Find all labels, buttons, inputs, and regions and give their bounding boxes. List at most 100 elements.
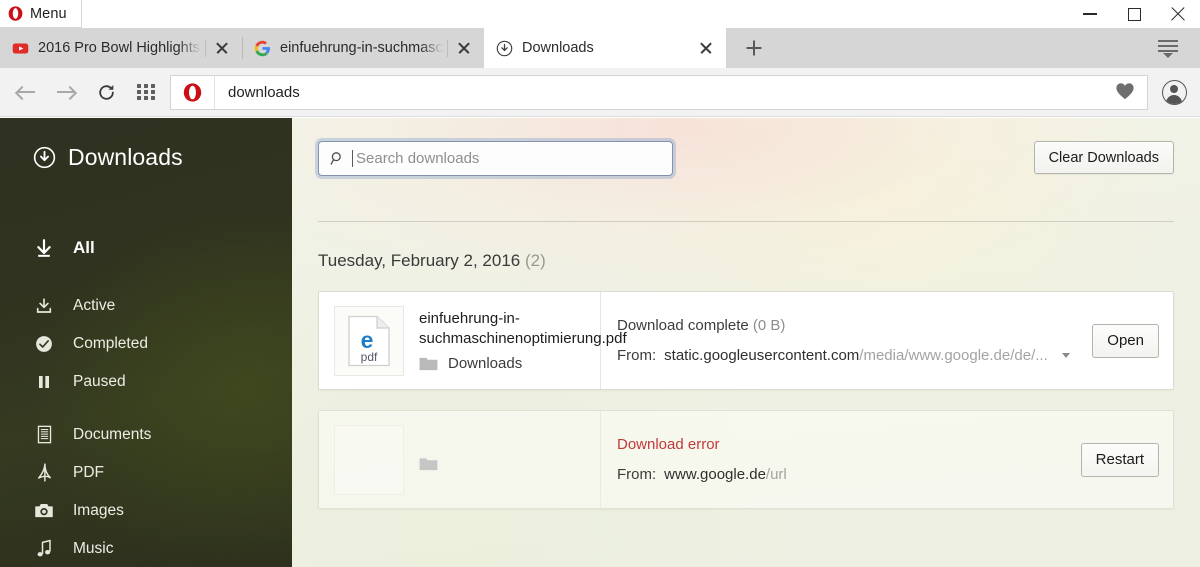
opera-logo-icon: [8, 6, 23, 21]
heart-icon: [1115, 82, 1135, 103]
address-opera-logo: [171, 75, 215, 109]
source-url[interactable]: static.googleusercontent.com/media/www.g…: [664, 347, 1048, 364]
tab-einfuehrung[interactable]: einfuehrung-in-suchmaschinenoptimierung: [242, 28, 484, 68]
search-icon: [330, 151, 345, 166]
source-url[interactable]: www.google.de/url: [664, 466, 787, 483]
camera-icon: [33, 502, 55, 519]
chevron-down-icon[interactable]: [1061, 353, 1070, 358]
date-group-count: (2): [524, 251, 546, 270]
bookmark-heart-button[interactable]: [1103, 74, 1148, 110]
download-source: From: www.google.de/url: [617, 466, 1067, 483]
tab-separator: [205, 39, 206, 57]
forward-button[interactable]: [46, 72, 86, 112]
date-group-header: Tuesday, February 2, 2016 (2): [318, 251, 1174, 271]
downloads-list: Tuesday, February 2, 2016 (2) e pdf einf…: [318, 251, 1174, 509]
grid-icon: [137, 84, 155, 100]
folder-icon: [419, 456, 438, 471]
sidebar-item-label: Music: [73, 539, 114, 557]
maximize-button[interactable]: [1112, 0, 1156, 28]
url-domain: static.googleusercontent.com: [664, 347, 860, 364]
sidebar-item-images[interactable]: Images: [33, 493, 292, 528]
content-divider: [318, 221, 1174, 222]
sidebar-item-paused[interactable]: Paused: [33, 364, 292, 399]
file-folder[interactable]: Downloads: [419, 355, 599, 372]
download-arrow-icon: [33, 238, 55, 259]
download-source: From: static.googleusercontent.com/media…: [617, 347, 1078, 364]
sidebar-item-music[interactable]: Music: [33, 531, 292, 566]
sidebar-item-completed[interactable]: Completed: [33, 326, 292, 361]
tab-title: einfuehrung-in-suchmaschinenoptimierung: [280, 40, 443, 56]
address-input[interactable]: downloads: [215, 84, 300, 101]
tab-menu-button[interactable]: [1146, 28, 1190, 68]
sidebar-item-label: All: [73, 238, 95, 257]
sidebar-item-all[interactable]: All: [33, 226, 292, 270]
speed-dial-button[interactable]: [126, 72, 166, 112]
sidebar-item-label: Documents: [73, 425, 152, 443]
sidebar-item-label: PDF: [73, 463, 104, 481]
tab-youtube[interactable]: 2016 Pro Bowl Highlights: [0, 28, 242, 68]
folder-name: Downloads: [448, 355, 523, 373]
download-status-section: Download complete (0 B) From: static.goo…: [601, 292, 1173, 389]
sidebar-item-label: Paused: [73, 372, 126, 390]
tab-title: Downloads: [522, 40, 594, 56]
opera-menu-button[interactable]: Menu: [0, 0, 82, 28]
sidebar-header: Downloads: [33, 144, 183, 171]
from-label: From:: [617, 466, 657, 483]
sidebar-item-documents[interactable]: Documents: [33, 417, 292, 452]
tab-downloads[interactable]: Downloads: [484, 28, 726, 68]
download-status: Download complete (0 B): [617, 317, 1078, 334]
sidebar-item-label: Completed: [73, 334, 148, 352]
download-row[interactable]: Download error From: www.google.de/url R…: [318, 410, 1174, 509]
download-row[interactable]: e pdf einfuehrung-in-suchmaschinenoptimi…: [318, 291, 1174, 390]
arrow-right-icon: [56, 85, 76, 99]
downloads-content: Search downloads Clear Downloads Tuesday…: [292, 118, 1200, 567]
document-icon: [33, 425, 55, 444]
tab-list-chevron-icon: [1158, 39, 1178, 58]
tab-close-icon[interactable]: [450, 34, 478, 62]
file-folder[interactable]: [419, 456, 448, 471]
reload-icon: [97, 83, 115, 101]
back-button[interactable]: [6, 72, 46, 112]
new-tab-button[interactable]: [730, 28, 778, 68]
open-button[interactable]: Open: [1092, 323, 1159, 358]
sidebar-item-label: Images: [73, 501, 124, 519]
file-thumbnail: [334, 424, 404, 495]
tab-close-icon[interactable]: [208, 34, 236, 62]
minimize-button[interactable]: [1068, 0, 1112, 28]
music-note-icon: [33, 539, 55, 559]
svg-text:pdf: pdf: [361, 350, 378, 364]
tab-close-icon[interactable]: [692, 34, 720, 62]
clear-downloads-button[interactable]: Clear Downloads: [1033, 141, 1174, 174]
download-status-section: Download error From: www.google.de/url R…: [601, 411, 1173, 508]
search-input[interactable]: Search downloads: [318, 141, 673, 176]
status-text: Download complete: [617, 317, 749, 334]
opera-logo-icon: [183, 82, 202, 102]
menu-label: Menu: [30, 5, 67, 22]
address-bar[interactable]: downloads: [170, 74, 1103, 110]
status-size: (0 B): [752, 317, 786, 334]
arrow-left-icon: [16, 85, 36, 99]
profile-button[interactable]: [1148, 68, 1200, 117]
sidebar-item-label: Active: [73, 296, 116, 314]
reload-button[interactable]: [86, 72, 126, 112]
search-row: Search downloads Clear Downloads: [318, 141, 1174, 179]
pdf-icon: [33, 462, 55, 483]
from-label: From:: [617, 347, 657, 364]
file-name: einfuehrung-in-suchmaschinenoptimierung.…: [419, 309, 627, 347]
download-circle-icon: [33, 146, 56, 169]
sidebar-item-pdf[interactable]: PDF: [33, 455, 292, 490]
tab-title: 2016 Pro Bowl Highlights: [38, 40, 201, 56]
download-file-section: [319, 411, 601, 508]
sidebar: Downloads All Active Completed Paused Do…: [0, 118, 292, 567]
sidebar-item-active[interactable]: Active: [33, 288, 292, 323]
url-path: /url: [765, 466, 787, 483]
title-bar: Menu: [0, 0, 1200, 28]
download-circle-icon: [496, 40, 513, 57]
download-tray-icon: [33, 297, 55, 315]
sidebar-list: All Active Completed Paused Documents PD…: [33, 226, 292, 567]
youtube-icon: [12, 40, 29, 57]
close-button[interactable]: [1156, 0, 1200, 28]
restart-button[interactable]: Restart: [1080, 442, 1159, 477]
search-placeholder: Search downloads: [356, 150, 480, 167]
pause-icon: [33, 373, 55, 391]
